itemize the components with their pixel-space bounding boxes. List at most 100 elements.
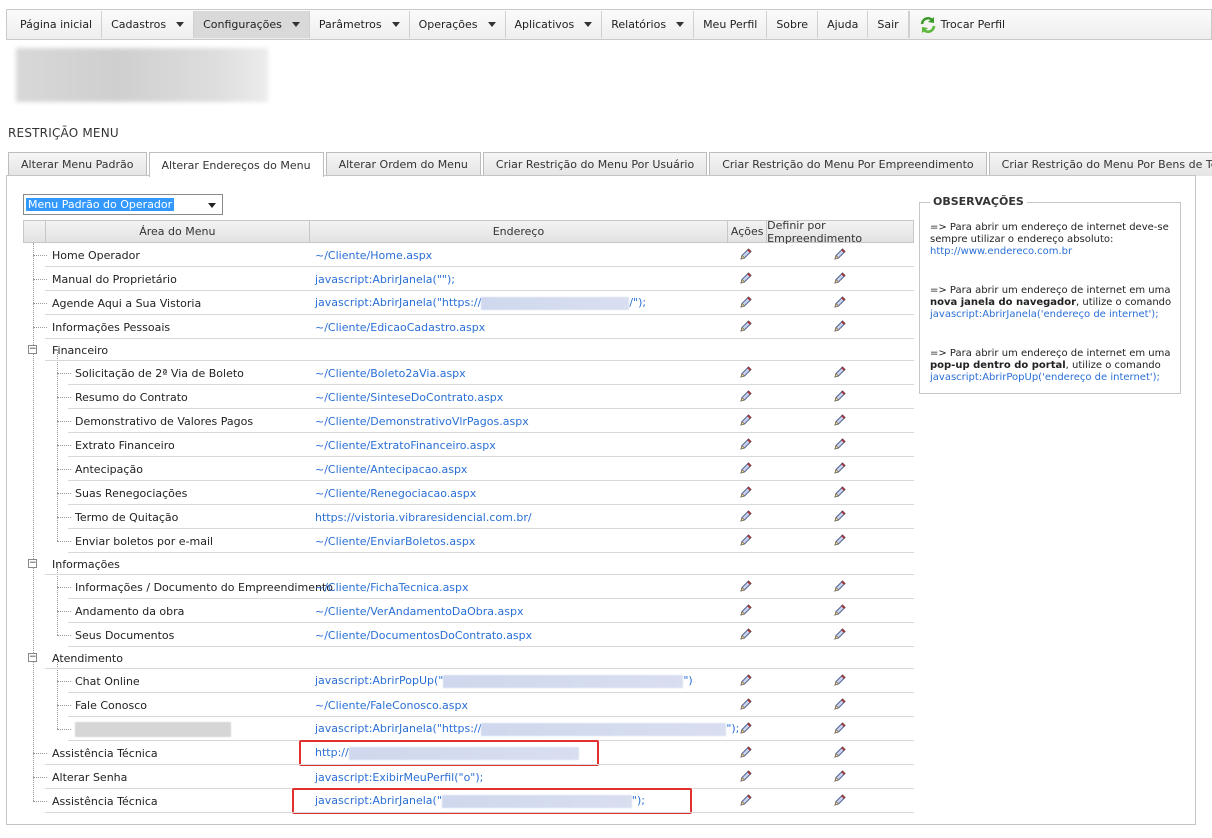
menu-item-10[interactable]: Sair xyxy=(868,11,909,38)
pencil-icon[interactable] xyxy=(739,485,753,499)
pencil-icon[interactable] xyxy=(739,271,753,285)
table-row[interactable]: Suas Renegociações ~/Cliente/Renegociacao… xyxy=(23,481,914,505)
table-row[interactable]: Informações / Documento do Empreendiment… xyxy=(23,575,914,599)
menu-address-link[interactable]: ~/Cliente/SinteseDoContrato.aspx xyxy=(315,391,503,404)
pencil-icon[interactable] xyxy=(833,721,847,735)
tab-2[interactable]: Alterar Ordem do Menu xyxy=(325,152,481,176)
table-row[interactable]: Chat Online javascript:AbrirPopUp(" ") xyxy=(23,669,914,693)
pencil-icon[interactable] xyxy=(739,365,753,379)
tree-group-row[interactable]: − Informações xyxy=(23,553,914,575)
menu-item-0[interactable]: Página inicial xyxy=(11,11,103,38)
menu-item-7[interactable]: Meu Perfil xyxy=(694,11,768,38)
menu-item-9[interactable]: Ajuda xyxy=(818,11,869,38)
pencil-icon[interactable] xyxy=(833,389,847,403)
pencil-icon[interactable] xyxy=(739,793,753,807)
tab-0[interactable]: Alterar Menu Padrão xyxy=(8,152,147,176)
pencil-icon[interactable] xyxy=(739,673,753,687)
pencil-icon[interactable] xyxy=(833,485,847,499)
grid-header-address[interactable]: Endereço xyxy=(310,221,729,242)
menu-address-link[interactable]: ~/Cliente/Antecipacao.aspx xyxy=(315,463,467,476)
menu-address-link[interactable]: javascript:AbrirJanela("https:// "); xyxy=(315,722,739,736)
table-row[interactable]: Extrato Financeiro ~/Cliente/ExtratoFinan… xyxy=(23,433,914,457)
menu-item-1[interactable]: Cadastros xyxy=(102,11,195,38)
pencil-icon[interactable] xyxy=(833,627,847,641)
pencil-icon[interactable] xyxy=(739,389,753,403)
pencil-icon[interactable] xyxy=(739,533,753,547)
pencil-icon[interactable] xyxy=(739,461,753,475)
pencil-icon[interactable] xyxy=(739,627,753,641)
menu-item-8[interactable]: Sobre xyxy=(767,11,819,38)
pencil-icon[interactable] xyxy=(833,365,847,379)
collapse-minus-icon[interactable]: − xyxy=(28,345,37,354)
table-row[interactable]: Fale Conosco ~/Cliente/FaleConosco.aspx xyxy=(23,693,914,717)
table-row[interactable]: Solicitação de 2ª Via de Boleto ~/Cliente… xyxy=(23,361,914,385)
pencil-icon[interactable] xyxy=(739,295,753,309)
grid-header-area[interactable]: Área do Menu xyxy=(46,221,310,242)
table-row[interactable]: Termo de Quitação https://vistoria.vibrar… xyxy=(23,505,914,529)
pencil-icon[interactable] xyxy=(833,295,847,309)
table-row[interactable]: Manual do Proprietário javascript:AbrirJa… xyxy=(23,267,914,291)
table-row[interactable]: Alterar Senha javascript:ExibirMeuPerfil(… xyxy=(23,765,914,789)
pencil-icon[interactable] xyxy=(739,721,753,735)
table-row[interactable]: Resumo do Contrato ~/Cliente/SinteseDoCon… xyxy=(23,385,914,409)
pencil-icon[interactable] xyxy=(739,697,753,711)
menu-address-link[interactable]: ~/Cliente/VerAndamentoDaObra.aspx xyxy=(315,605,524,618)
menu-select[interactable]: Menu Padrão do Operador xyxy=(23,194,223,215)
tab-4[interactable]: Criar Restrição do Menu Por Empreendimen… xyxy=(709,152,987,176)
switch-profile-button[interactable]: Trocar Perfil xyxy=(908,11,1014,38)
menu-item-3[interactable]: Parâmetros xyxy=(310,11,410,38)
table-row[interactable]: Assistência Técnica javascript:AbrirJanel… xyxy=(23,788,914,814)
collapse-minus-icon[interactable]: − xyxy=(28,559,37,568)
menu-address-link[interactable]: ~/Cliente/EdicaoCadastro.aspx xyxy=(315,321,485,334)
menu-address-link[interactable]: ~/Cliente/DocumentosDoContrato.aspx xyxy=(315,629,532,642)
pencil-icon[interactable] xyxy=(739,745,753,759)
menu-address-link[interactable]: javascript:AbrirPopUp(" ") xyxy=(315,674,693,688)
pencil-icon[interactable] xyxy=(833,793,847,807)
menu-address-link[interactable]: ~/Cliente/Renegociacao.aspx xyxy=(315,487,476,500)
menu-item-4[interactable]: Operações xyxy=(410,11,506,38)
menu-address-link[interactable]: ~/Cliente/DemonstrativoVlrPagos.aspx xyxy=(315,415,529,428)
menu-address-link[interactable]: ~/Cliente/ExtratoFinanceiro.aspx xyxy=(315,439,496,452)
tab-3[interactable]: Criar Restrição do Menu Por Usuário xyxy=(482,152,708,176)
menu-address-link[interactable]: javascript:AbrirJanela("https:// /"); xyxy=(315,296,646,310)
menu-address-link[interactable]: ~/Cliente/FichaTecnica.aspx xyxy=(315,581,469,594)
pencil-icon[interactable] xyxy=(833,437,847,451)
menu-address-link[interactable]: javascript:AbrirJanela(""); xyxy=(315,273,455,286)
pencil-icon[interactable] xyxy=(833,603,847,617)
table-row[interactable]: Seus Documentos ~/Cliente/DocumentosDoCon… xyxy=(23,623,914,647)
pencil-icon[interactable] xyxy=(739,413,753,427)
table-row[interactable]: Andamento da obra ~/Cliente/VerAndamentoD… xyxy=(23,599,914,623)
pencil-icon[interactable] xyxy=(833,509,847,523)
pencil-icon[interactable] xyxy=(833,673,847,687)
pencil-icon[interactable] xyxy=(833,769,847,783)
table-row[interactable]: Agende Aqui a Sua Vistoria javascript:Abr… xyxy=(23,291,914,315)
pencil-icon[interactable] xyxy=(739,603,753,617)
table-row[interactable]: Antecipação ~/Cliente/Antecipacao.aspx xyxy=(23,457,914,481)
menu-address-link[interactable]: javascript:ExibirMeuPerfil("o"); xyxy=(315,771,483,784)
table-row[interactable]: Demonstrativo de Valores Pagos ~/Cliente/… xyxy=(23,409,914,433)
pencil-icon[interactable] xyxy=(739,437,753,451)
menu-address-link[interactable]: ~/Cliente/EnviarBoletos.aspx xyxy=(315,535,475,548)
pencil-icon[interactable] xyxy=(833,271,847,285)
menu-address-link[interactable]: ~/Cliente/Boleto2aVia.aspx xyxy=(315,367,466,380)
pencil-icon[interactable] xyxy=(739,769,753,783)
pencil-icon[interactable] xyxy=(833,697,847,711)
pencil-icon[interactable] xyxy=(739,579,753,593)
menu-address-link[interactable]: https://vistoria.vibraresidencial.com.br… xyxy=(315,511,532,524)
table-row[interactable]: Enviar boletos por e-mail ~/Cliente/Envia… xyxy=(23,529,914,553)
pencil-icon[interactable] xyxy=(833,319,847,333)
table-row[interactable]: Assistência Técnica http:// xyxy=(23,740,914,766)
pencil-icon[interactable] xyxy=(833,533,847,547)
menu-address-link[interactable]: ~/Cliente/FaleConosco.aspx xyxy=(315,699,468,712)
tab-1[interactable]: Alterar Endereços do Menu xyxy=(148,152,324,177)
collapse-minus-icon[interactable]: − xyxy=(28,653,37,662)
pencil-icon[interactable] xyxy=(833,413,847,427)
pencil-icon[interactable] xyxy=(833,247,847,261)
pencil-icon[interactable] xyxy=(833,745,847,759)
pencil-icon[interactable] xyxy=(833,579,847,593)
pencil-icon[interactable] xyxy=(739,247,753,261)
table-row[interactable]: javascript:AbrirJanela("https:// "); xyxy=(23,717,914,741)
menu-item-5[interactable]: Aplicativos xyxy=(506,11,603,38)
tree-group-row[interactable]: − Atendimento xyxy=(23,647,914,669)
chevron-down-icon[interactable] xyxy=(208,203,216,208)
